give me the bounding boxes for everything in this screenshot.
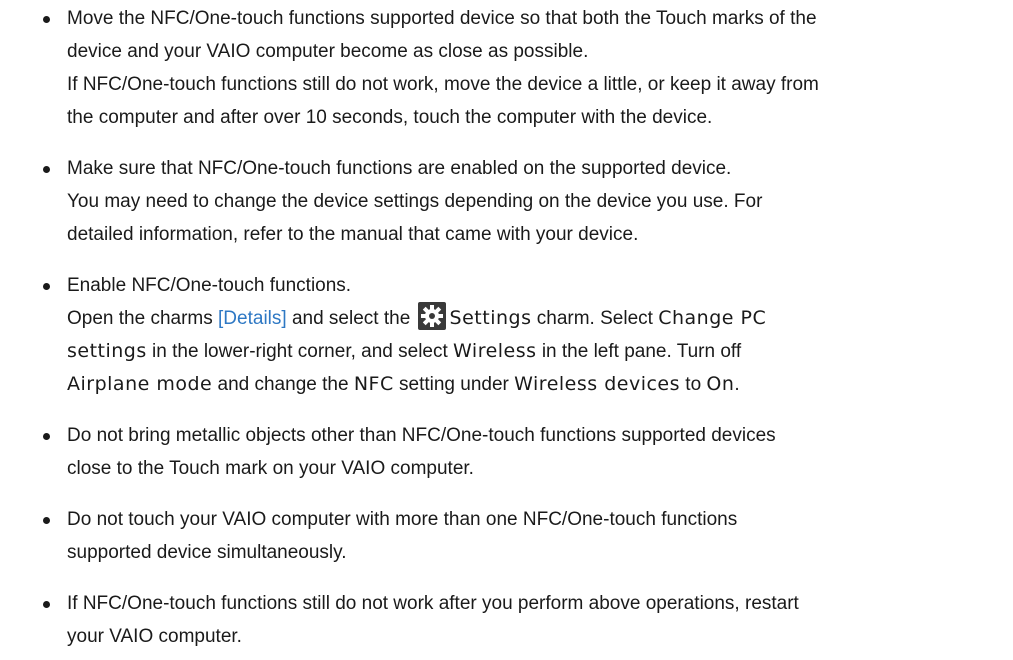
settings-gear-icon xyxy=(417,302,446,330)
help-page: Move the NFC/One-touch functions support… xyxy=(0,0,1013,660)
text-line: If NFC/One-touch functions still do not … xyxy=(67,593,799,614)
text-line: If NFC/One-touch functions still do not … xyxy=(67,74,819,95)
list-item: Enable NFC/One-touch functions. Open the… xyxy=(36,269,993,401)
details-link[interactable]: [Details] xyxy=(218,308,287,329)
text-line: settings in the lower-right corner, and … xyxy=(67,335,993,368)
text-line: Airplane mode and change the NFC setting… xyxy=(67,368,993,401)
text-line: supported device simultaneously. xyxy=(67,542,347,563)
text-line: You may need to change the device settin… xyxy=(67,191,763,212)
change-pc-settings-label: Change PC xyxy=(658,307,767,329)
nfc-label: NFC xyxy=(353,373,394,395)
text-line: device and your VAIO computer become as … xyxy=(67,41,589,62)
text-segment: setting under xyxy=(393,374,515,395)
on-label: On xyxy=(706,373,735,395)
text-line: the computer and after over 10 seconds, … xyxy=(67,107,713,128)
list-item: If NFC/One-touch functions still do not … xyxy=(36,587,993,653)
text-line: Do not touch your VAIO computer with mor… xyxy=(67,509,738,530)
text-line: close to the Touch mark on your VAIO com… xyxy=(67,458,474,479)
text-segment: and select the xyxy=(286,308,416,329)
text-segment: to xyxy=(680,374,707,395)
list-item: Do not bring metallic objects other than… xyxy=(36,419,993,485)
text-segment: in the lower-right corner, and select xyxy=(146,341,454,362)
text-line: Do not bring metallic objects other than… xyxy=(67,425,776,446)
text-line: detailed information, refer to the manua… xyxy=(67,224,639,245)
list-item: Do not touch your VAIO computer with mor… xyxy=(36,503,993,569)
change-pc-settings-label: settings xyxy=(67,340,147,362)
airplane-mode-label: Airplane mode xyxy=(67,373,213,395)
wireless-devices-label: Wireless devices xyxy=(514,373,681,395)
text-line: Make sure that NFC/One-touch functions a… xyxy=(67,158,732,179)
settings-charm-label: Settings xyxy=(449,307,532,329)
text-segment: charm. Select xyxy=(531,308,659,329)
text-segment: and change the xyxy=(212,374,354,395)
troubleshooting-list: Move the NFC/One-touch functions support… xyxy=(36,2,993,653)
list-item: Move the NFC/One-touch functions support… xyxy=(36,2,993,134)
text-segment: . xyxy=(734,374,740,395)
list-item: Make sure that NFC/One-touch functions a… xyxy=(36,152,993,251)
text-line: Enable NFC/One-touch functions. xyxy=(67,275,352,296)
text-line: Move the NFC/One-touch functions support… xyxy=(67,8,817,29)
text-segment: in the left pane. Turn off xyxy=(536,341,742,362)
wireless-label: Wireless xyxy=(453,340,537,362)
text-line: Open the charms [Details] and select the… xyxy=(67,302,993,335)
text-segment: Open the charms xyxy=(67,308,219,329)
text-line: your VAIO computer. xyxy=(67,626,242,647)
